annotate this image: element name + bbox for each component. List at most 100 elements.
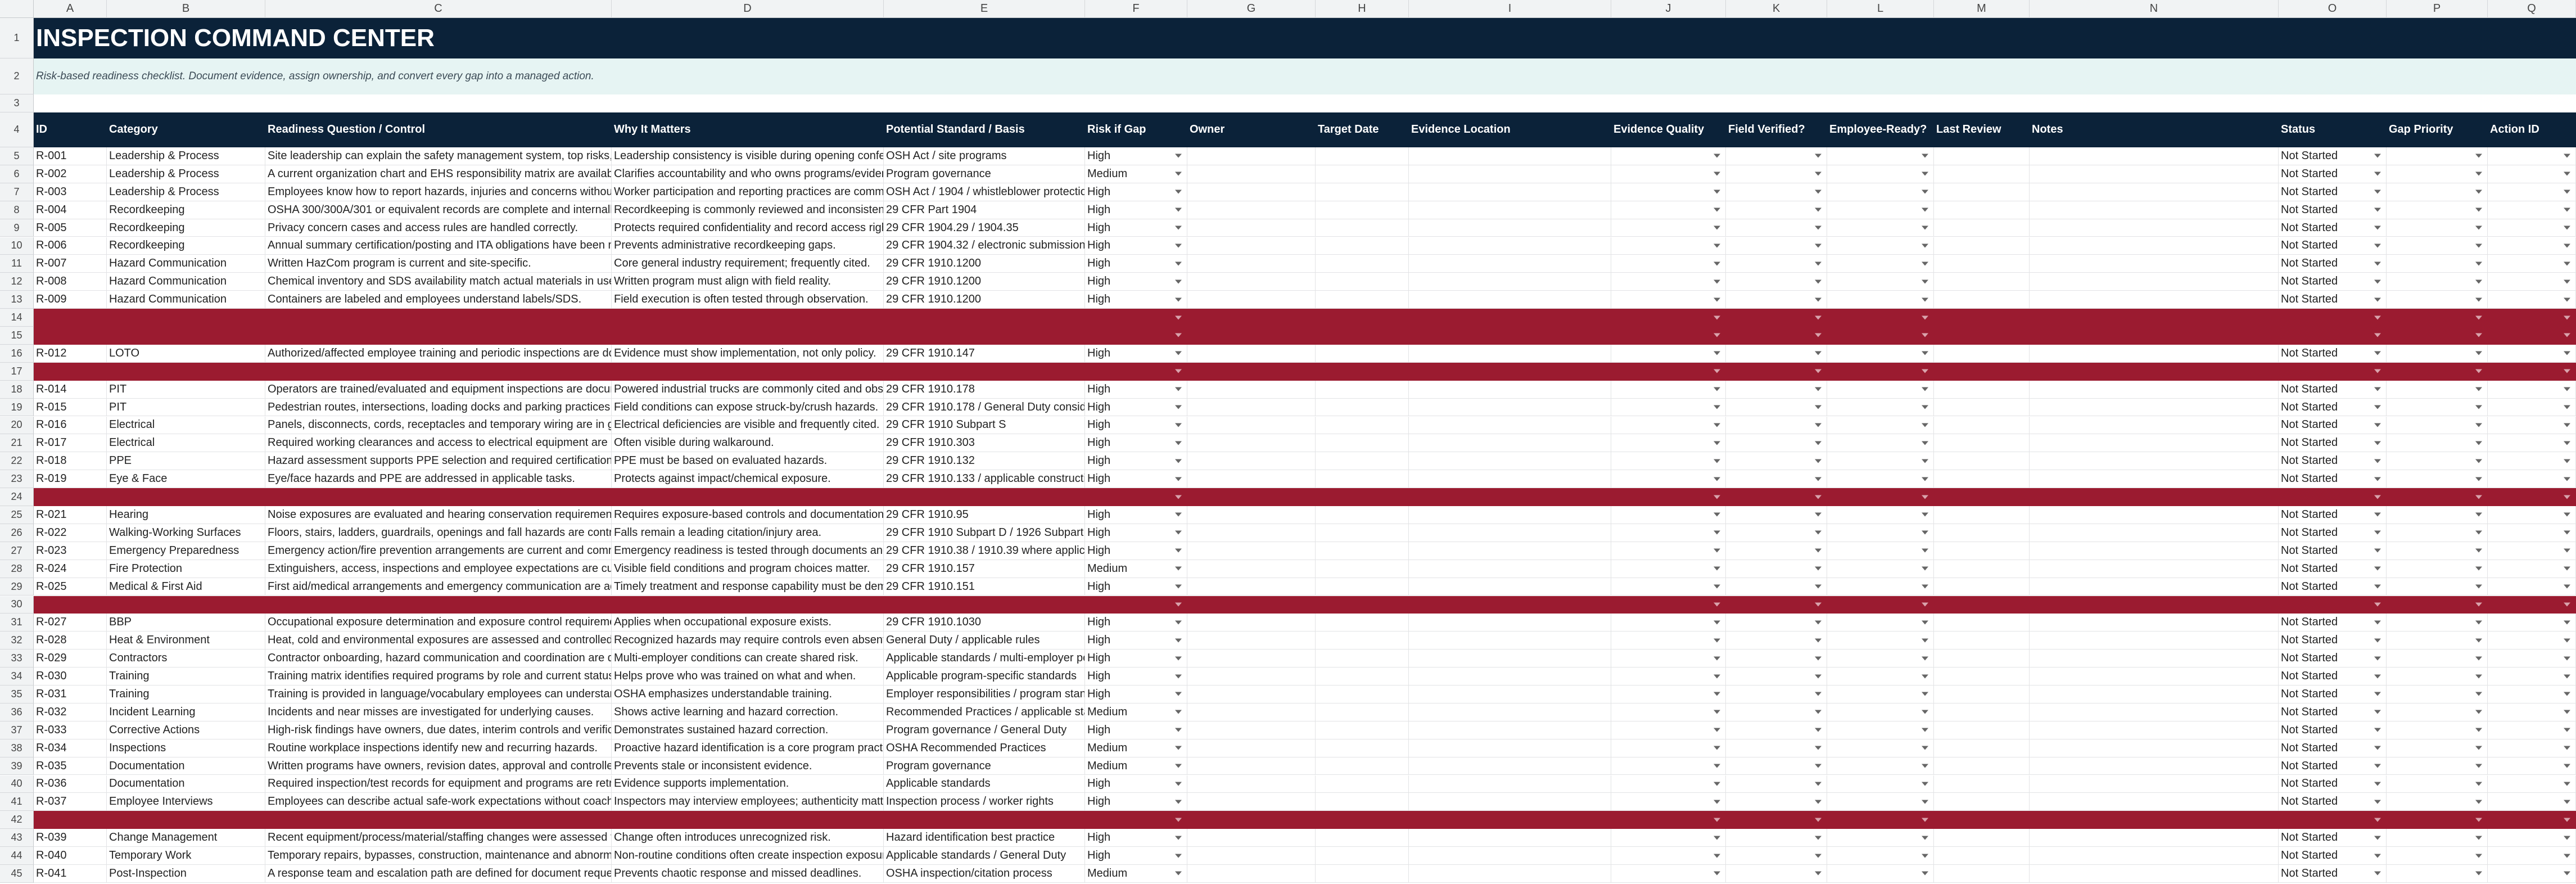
status-cell[interactable]: Not Started	[2279, 183, 2387, 201]
column-header-n[interactable]: N	[2030, 0, 2279, 18]
empty-cell[interactable]	[1934, 596, 2030, 614]
empty-cell[interactable]	[2387, 506, 2488, 524]
empty-cell[interactable]	[1187, 380, 1316, 399]
basis-cell[interactable]	[884, 488, 1085, 506]
row-number[interactable]: 4	[0, 112, 34, 147]
id-cell[interactable]: R-012	[34, 344, 107, 363]
question-cell[interactable]	[265, 309, 612, 327]
question-cell[interactable]: A current organization chart and EHS res…	[265, 165, 612, 183]
empty-cell[interactable]	[1409, 147, 1611, 165]
empty-cell[interactable]	[2488, 237, 2576, 255]
dropdown-arrow-icon[interactable]	[2564, 512, 2570, 517]
empty-cell[interactable]	[1316, 632, 1409, 650]
empty-cell[interactable]	[1187, 703, 1316, 721]
dropdown-arrow-icon[interactable]	[2564, 746, 2570, 750]
dropdown-arrow-icon[interactable]	[1815, 584, 1822, 589]
empty-cell[interactable]	[2488, 255, 2576, 273]
header-cell[interactable]: Evidence Location	[1409, 112, 1611, 147]
empty-cell[interactable]	[2030, 309, 2279, 327]
risk-cell[interactable]: High	[1085, 829, 1187, 847]
basis-cell[interactable]: 29 CFR 1910.147	[884, 344, 1085, 363]
question-cell[interactable]: Required working clearances and access t…	[265, 434, 612, 453]
row-number[interactable]: 40	[0, 775, 34, 793]
risk-cell[interactable]: High	[1085, 273, 1187, 291]
empty-cell[interactable]	[1316, 201, 1409, 219]
row-number[interactable]: 39	[0, 757, 34, 775]
empty-cell[interactable]	[1827, 632, 1934, 650]
row-number[interactable]: 13	[0, 291, 34, 309]
empty-cell[interactable]	[2488, 721, 2576, 739]
empty-cell[interactable]	[2488, 775, 2576, 793]
empty-cell[interactable]	[2030, 793, 2279, 811]
empty-cell[interactable]	[2030, 560, 2279, 578]
dropdown-arrow-icon[interactable]	[1922, 782, 1928, 786]
dropdown-arrow-icon[interactable]	[1175, 369, 1182, 373]
row-number[interactable]: 18	[0, 380, 34, 399]
risk-cell[interactable]: High	[1085, 542, 1187, 560]
id-cell[interactable]: R-035	[34, 757, 107, 775]
empty-cell[interactable]	[1316, 380, 1409, 399]
empty-cell[interactable]	[1827, 596, 1934, 614]
empty-cell[interactable]	[2030, 327, 2279, 345]
dropdown-arrow-icon[interactable]	[1714, 656, 1720, 661]
risk-cell[interactable]: Medium	[1085, 865, 1187, 883]
risk-cell[interactable]	[1085, 309, 1187, 327]
header-cell[interactable]: Gap Priority	[2387, 112, 2488, 147]
empty-cell[interactable]	[2030, 398, 2279, 417]
empty-cell[interactable]	[1726, 488, 1827, 506]
row-number[interactable]: 28	[0, 560, 34, 578]
basis-cell[interactable]: 29 CFR 1910.157	[884, 560, 1085, 578]
empty-cell[interactable]	[2488, 650, 2576, 668]
empty-cell[interactable]	[1726, 632, 1827, 650]
dropdown-arrow-icon[interactable]	[2475, 423, 2482, 427]
header-cell[interactable]: Status	[2279, 112, 2387, 147]
dropdown-arrow-icon[interactable]	[1175, 459, 1182, 463]
row-number[interactable]: 3	[0, 94, 34, 112]
dropdown-arrow-icon[interactable]	[2564, 172, 2570, 176]
dropdown-arrow-icon[interactable]	[1922, 764, 1928, 768]
why-cell[interactable]: Evidence supports implementation.	[612, 775, 884, 793]
empty-cell[interactable]	[1409, 201, 1611, 219]
empty-cell[interactable]	[1827, 739, 1934, 757]
dropdown-arrow-icon[interactable]	[2564, 674, 2570, 679]
dropdown-arrow-icon[interactable]	[1815, 154, 1822, 158]
dropdown-arrow-icon[interactable]	[2475, 172, 2482, 176]
empty-cell[interactable]	[1316, 865, 1409, 883]
dropdown-arrow-icon[interactable]	[2475, 800, 2482, 804]
empty-cell[interactable]	[2387, 380, 2488, 399]
empty-cell[interactable]	[1187, 829, 1316, 847]
empty-cell[interactable]	[2488, 273, 2576, 291]
empty-cell[interactable]	[2030, 757, 2279, 775]
empty-cell[interactable]	[1934, 470, 2030, 489]
dropdown-arrow-icon[interactable]	[1714, 602, 1720, 607]
empty-cell[interactable]	[1726, 470, 1827, 489]
dropdown-arrow-icon[interactable]	[2374, 620, 2381, 625]
dropdown-arrow-icon[interactable]	[2564, 530, 2570, 535]
dropdown-arrow-icon[interactable]	[1175, 746, 1182, 750]
empty-cell[interactable]	[1934, 219, 2030, 237]
empty-cell[interactable]	[1726, 650, 1827, 668]
empty-cell[interactable]	[1827, 273, 1934, 291]
why-cell[interactable]: Applies when occupational exposure exist…	[612, 614, 884, 632]
empty-cell[interactable]	[1934, 291, 2030, 309]
empty-cell[interactable]	[1934, 757, 2030, 775]
row-number[interactable]: 6	[0, 165, 34, 183]
empty-cell[interactable]	[1726, 380, 1827, 399]
status-cell[interactable]: Not Started	[2279, 685, 2387, 703]
basis-cell[interactable]: Applicable standards / General Duty	[884, 847, 1085, 865]
header-cell[interactable]: Owner	[1187, 112, 1316, 147]
empty-cell[interactable]	[1827, 327, 1934, 345]
dropdown-arrow-icon[interactable]	[1714, 836, 1720, 840]
question-cell[interactable]: High-risk findings have owners, due date…	[265, 721, 612, 739]
empty-cell[interactable]	[1726, 739, 1827, 757]
id-cell[interactable]: R-007	[34, 255, 107, 273]
dropdown-arrow-icon[interactable]	[2564, 208, 2570, 212]
empty-cell[interactable]	[2387, 775, 2488, 793]
empty-cell[interactable]	[1611, 470, 1726, 489]
empty-cell[interactable]	[1316, 650, 1409, 668]
empty-cell[interactable]	[2488, 434, 2576, 453]
category-cell[interactable]: Training	[107, 667, 265, 685]
empty-cell[interactable]	[1726, 524, 1827, 542]
empty-cell[interactable]	[1316, 721, 1409, 739]
dropdown-arrow-icon[interactable]	[1815, 261, 1822, 266]
